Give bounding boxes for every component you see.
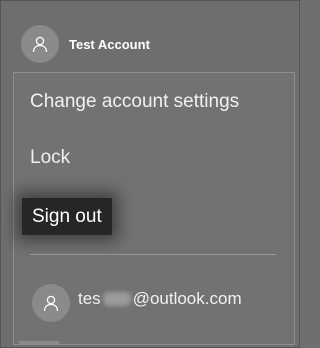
account-name: Test Account bbox=[69, 36, 150, 52]
account-flyout: Test Account Change account settings Loc… bbox=[0, 0, 300, 348]
person-icon bbox=[43, 295, 59, 312]
account-menu: Change account settings Lock Sign out te… bbox=[13, 72, 295, 345]
email-suffix: @outlook.com bbox=[132, 289, 242, 308]
sign-out-item[interactable]: Sign out bbox=[22, 198, 112, 235]
person-icon bbox=[32, 36, 48, 53]
avatar bbox=[21, 25, 59, 63]
email-prefix: tes bbox=[78, 289, 101, 308]
other-account-item[interactable]: tes @outlook.com bbox=[32, 283, 242, 323]
lock-item[interactable]: Lock bbox=[30, 147, 70, 169]
email-redaction bbox=[102, 292, 131, 306]
scroll-edge bbox=[19, 341, 59, 345]
avatar bbox=[32, 284, 70, 322]
menu-divider bbox=[30, 254, 276, 255]
change-account-settings-item[interactable]: Change account settings bbox=[30, 91, 239, 113]
account-email: tes @outlook.com bbox=[78, 289, 242, 309]
current-account[interactable]: Test Account bbox=[21, 25, 150, 63]
